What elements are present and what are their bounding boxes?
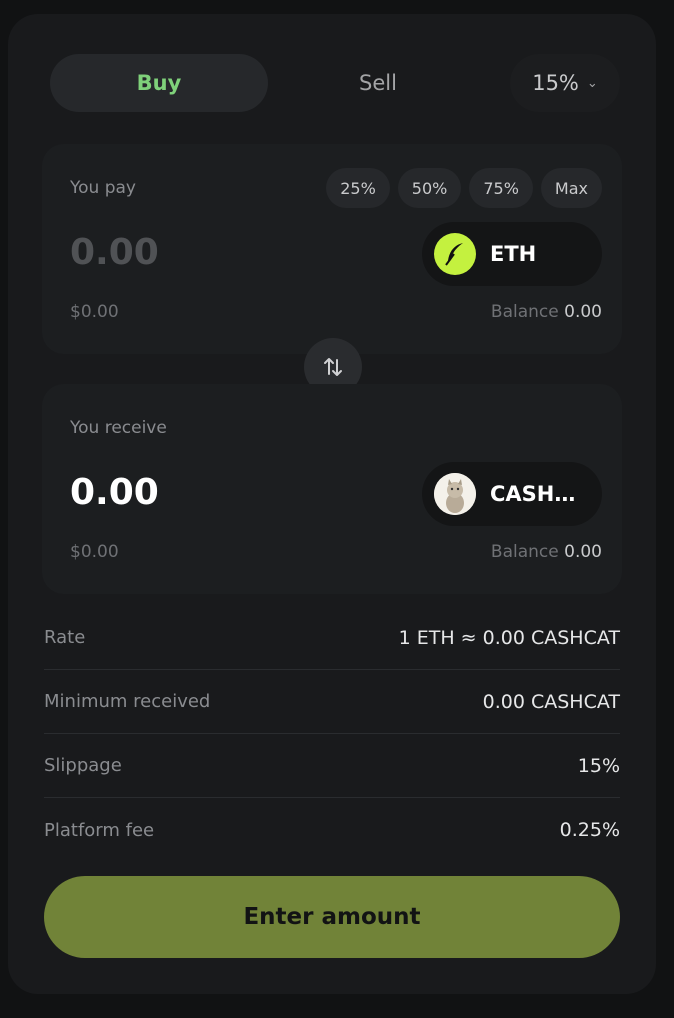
percent-50-button[interactable]: 50% [397, 168, 462, 208]
tab-sell[interactable]: Sell [268, 54, 488, 112]
pay-balance-value: 0.00 [564, 302, 602, 322]
swap-card: Buy Sell 15% ⌄ You pay 25% 50% 75% Max 0… [8, 14, 656, 994]
info-key: Platform fee [44, 819, 155, 841]
receive-label: You receive [70, 418, 167, 438]
receive-token-selector[interactable]: CASH… [422, 462, 602, 526]
pay-panel: You pay 25% 50% 75% Max 0.00 ETH $0.00 B… [42, 144, 622, 354]
info-row-rate: Rate 1 ETH ≈ 0.00 CASHCAT [44, 606, 620, 670]
info-key: Minimum received [44, 691, 211, 712]
receive-panel: You receive 0.00 CASH… $0.00 Balance 0.0… [42, 384, 622, 594]
slippage-dropdown[interactable]: 15% ⌄ [510, 54, 620, 112]
pay-token-name: ETH [490, 242, 537, 266]
max-button[interactable]: Max [540, 168, 602, 208]
info-key: Slippage [44, 755, 122, 776]
info-value: 1 ETH ≈ 0.00 CASHCAT [398, 626, 620, 649]
swap-arrows-icon [324, 358, 342, 376]
enter-amount-button[interactable]: Enter amount [44, 876, 620, 958]
percent-25-button[interactable]: 25% [326, 168, 390, 208]
info-key: Rate [44, 627, 86, 648]
trade-info-list: Rate 1 ETH ≈ 0.00 CASHCAT Minimum receiv… [44, 606, 620, 862]
trade-tabs: Buy Sell 15% ⌄ [50, 54, 620, 112]
feather-logo-icon [434, 233, 476, 275]
slippage-value: 15% [532, 71, 579, 95]
info-value: 15% [577, 754, 620, 777]
receive-balance-value: 0.00 [564, 542, 602, 562]
info-value: 0.25% [559, 819, 620, 841]
receive-token-name: CASH… [490, 482, 576, 506]
info-row-platform-fee: Platform fee 0.25% [44, 798, 620, 862]
chevron-down-icon: ⌄ [586, 75, 598, 91]
pay-usd-value: $0.00 [70, 302, 119, 322]
receive-balance-label: Balance [490, 542, 559, 562]
pay-balance-label: Balance [490, 302, 559, 322]
info-row-slippage: Slippage 15% [44, 734, 620, 798]
info-value: 0.00 CASHCAT [482, 690, 620, 713]
percent-75-button[interactable]: 75% [469, 168, 533, 208]
pay-balance: Balance 0.00 [491, 302, 602, 322]
tab-buy[interactable]: Buy [50, 54, 268, 112]
receive-balance: Balance 0.00 [491, 542, 602, 562]
receive-usd-value: $0.00 [70, 542, 119, 562]
percent-buttons: 25% 50% 75% Max [326, 168, 602, 208]
pay-token-selector[interactable]: ETH [422, 222, 602, 286]
pay-amount-input[interactable]: 0.00 [70, 232, 159, 273]
receive-amount[interactable]: 0.00 [70, 472, 159, 513]
pay-label: You pay [70, 178, 136, 198]
cat-avatar-icon [434, 473, 476, 515]
info-row-minimum-received: Minimum received 0.00 CASHCAT [44, 670, 620, 734]
